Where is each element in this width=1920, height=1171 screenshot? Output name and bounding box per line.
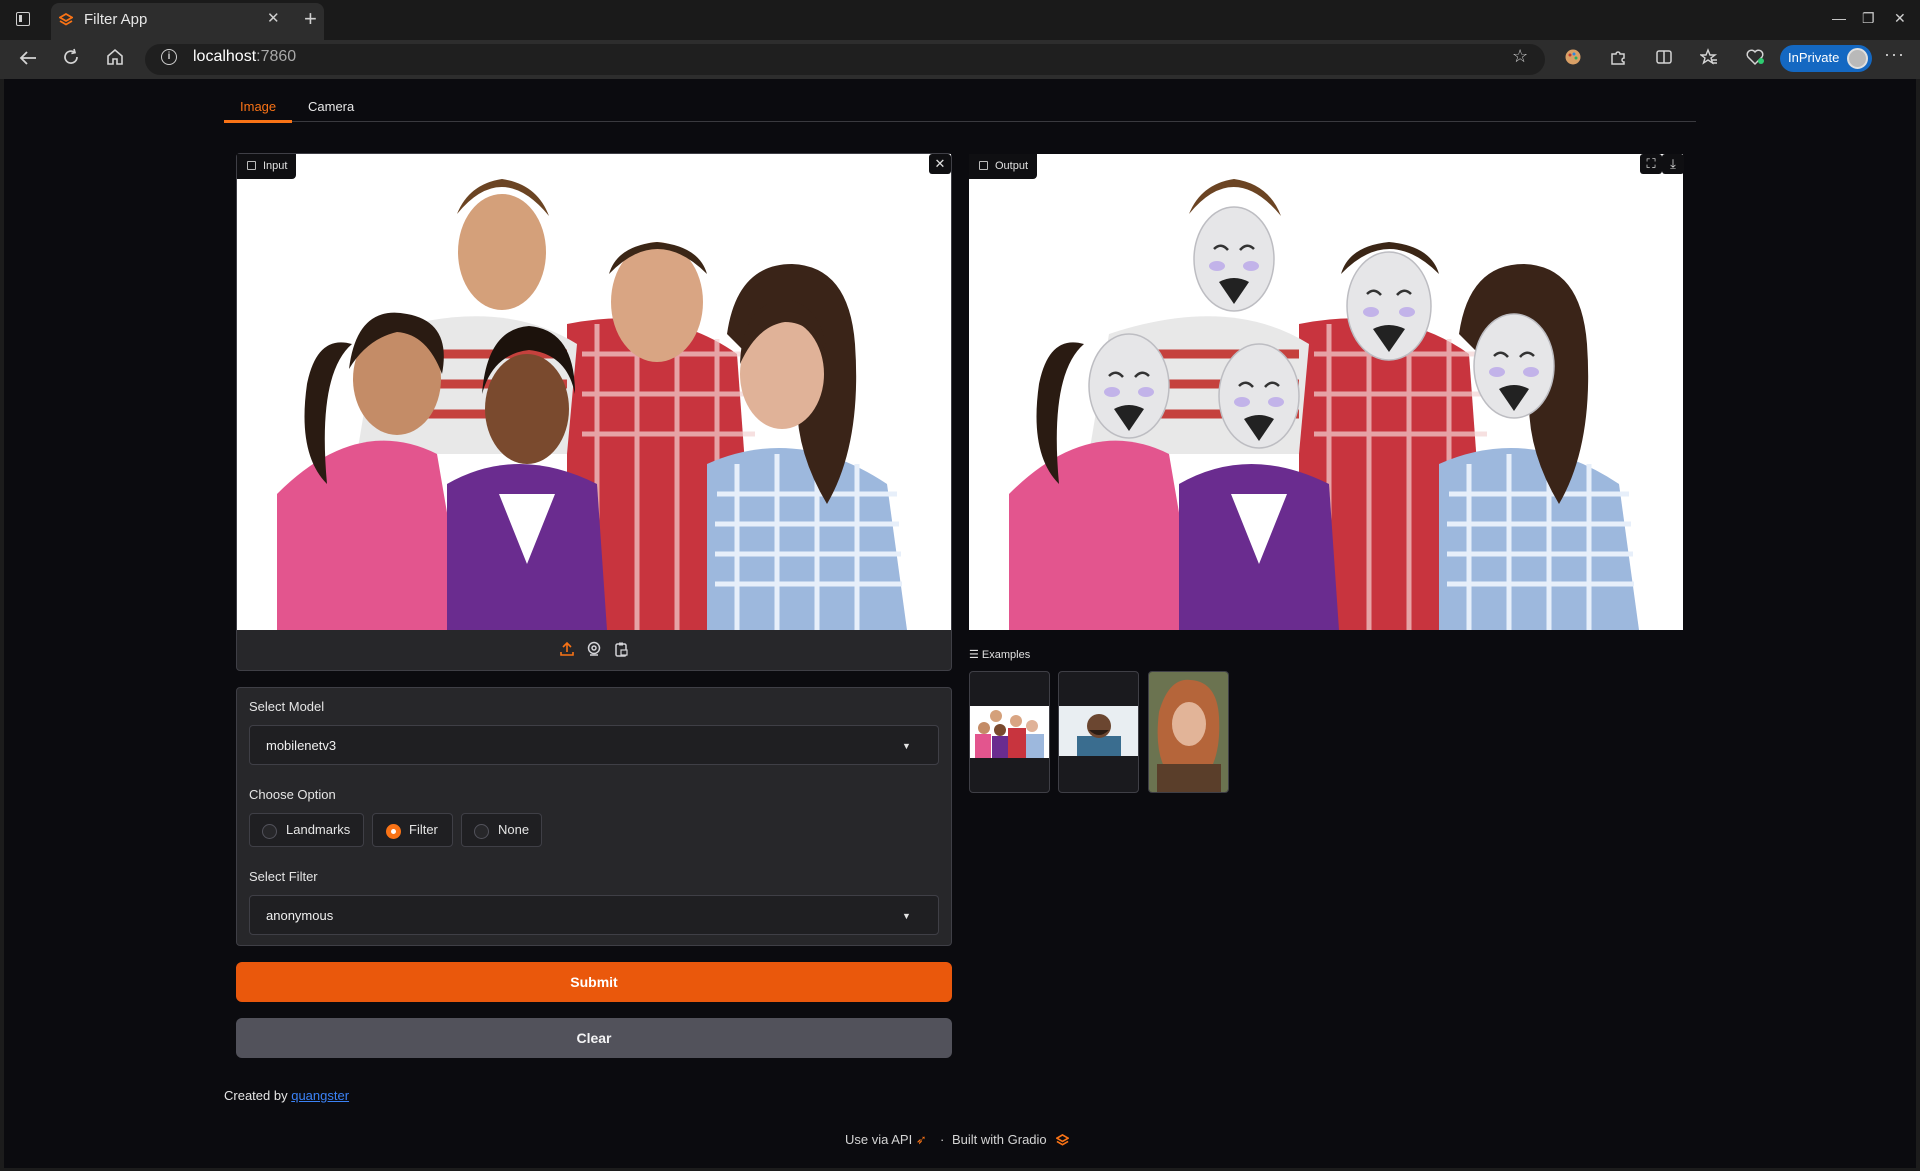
new-tab-icon[interactable]: +	[304, 6, 317, 32]
submit-button[interactable]: Submit	[236, 962, 952, 1002]
favorites-icon[interactable]	[1700, 48, 1718, 66]
site-info-icon[interactable]: i	[161, 49, 177, 65]
tab-camera[interactable]: Camera	[308, 99, 354, 114]
window-close-icon[interactable]: ✕	[1894, 10, 1906, 27]
clear-button[interactable]: Clear	[236, 1018, 952, 1058]
radio-filter-dot[interactable]	[386, 824, 401, 839]
more-menu-icon[interactable]: ···	[1884, 44, 1905, 65]
model-dropdown-value: mobilenetv3	[266, 738, 337, 753]
active-tab-indicator	[224, 120, 292, 123]
input-image[interactable]	[237, 154, 951, 630]
webcam-icon[interactable]	[586, 641, 602, 657]
refresh-icon[interactable]	[62, 48, 80, 66]
home-icon[interactable]	[106, 48, 124, 66]
radio-none-label: None	[498, 822, 530, 837]
tabs-divider	[224, 121, 1696, 122]
radio-none-dot[interactable]	[474, 824, 489, 839]
fullscreen-icon[interactable]: ⛶	[1640, 154, 1662, 174]
favorite-star-icon[interactable]: ☆	[1512, 46, 1528, 67]
author-link[interactable]: quangster	[291, 1088, 349, 1103]
gradio-favicon-icon	[59, 13, 73, 26]
use-via-api-link[interactable]: Use via API ➶	[845, 1132, 927, 1148]
tab-close-icon[interactable]: ✕	[267, 9, 280, 27]
restore-icon[interactable]: ❐	[1862, 10, 1875, 27]
tab-title: Filter App	[84, 11, 148, 28]
gradio-logo-icon	[1056, 1134, 1069, 1146]
select-filter-label: Select Filter	[249, 869, 318, 884]
output-image[interactable]	[969, 154, 1683, 630]
dropdown-caret-icon: ▼	[902, 911, 911, 921]
input-label: Input	[237, 154, 297, 179]
radio-filter-label: Filter	[409, 822, 438, 837]
extensions-icon[interactable]	[1609, 48, 1627, 66]
example-thumbnail[interactable]	[969, 671, 1050, 793]
examples-label: ☰ Examples	[969, 649, 1031, 661]
clear-image-close-icon[interactable]: ✕	[929, 154, 951, 174]
filter-dropdown-value: anonymous	[266, 908, 334, 923]
built-with-gradio-link[interactable]: Built with Gradio	[952, 1132, 1047, 1147]
back-icon[interactable]	[18, 50, 38, 66]
address-bar[interactable]	[145, 44, 1545, 75]
radio-landmarks-dot[interactable]	[262, 824, 277, 839]
image-icon	[979, 161, 988, 170]
split-screen-icon[interactable]	[1655, 48, 1673, 66]
inprivate-label: InPrivate	[1788, 50, 1840, 65]
rocket-icon: ➶	[915, 1132, 927, 1147]
example-thumbnail[interactable]	[1058, 671, 1139, 793]
image-icon	[247, 161, 256, 170]
choose-option-label: Choose Option	[249, 787, 336, 802]
profile-palette-icon[interactable]	[1564, 48, 1582, 66]
browser-essentials-icon[interactable]	[1745, 48, 1765, 66]
radio-landmarks-label: Landmarks	[286, 822, 351, 837]
model-dropdown[interactable]	[249, 725, 939, 765]
footer-separator: ·	[940, 1132, 945, 1147]
select-model-label: Select Model	[249, 699, 325, 714]
address-url[interactable]: localhost:7860	[193, 48, 296, 66]
dropdown-caret-icon: ▼	[902, 741, 911, 751]
tab-image[interactable]: Image	[240, 99, 276, 114]
upload-icon[interactable]	[559, 641, 575, 657]
tab-actions-icon[interactable]	[16, 12, 30, 26]
credit-text: Created by quangster	[224, 1088, 350, 1103]
filter-dropdown[interactable]	[249, 895, 939, 935]
output-label: Output	[969, 154, 1038, 179]
example-thumbnail[interactable]	[1148, 671, 1229, 793]
mask	[1193, 206, 1275, 312]
download-icon[interactable]: ⤓	[1662, 154, 1684, 174]
avatar[interactable]	[1847, 48, 1868, 69]
minimize-icon[interactable]: —	[1832, 10, 1846, 26]
clipboard-icon[interactable]	[613, 641, 629, 657]
